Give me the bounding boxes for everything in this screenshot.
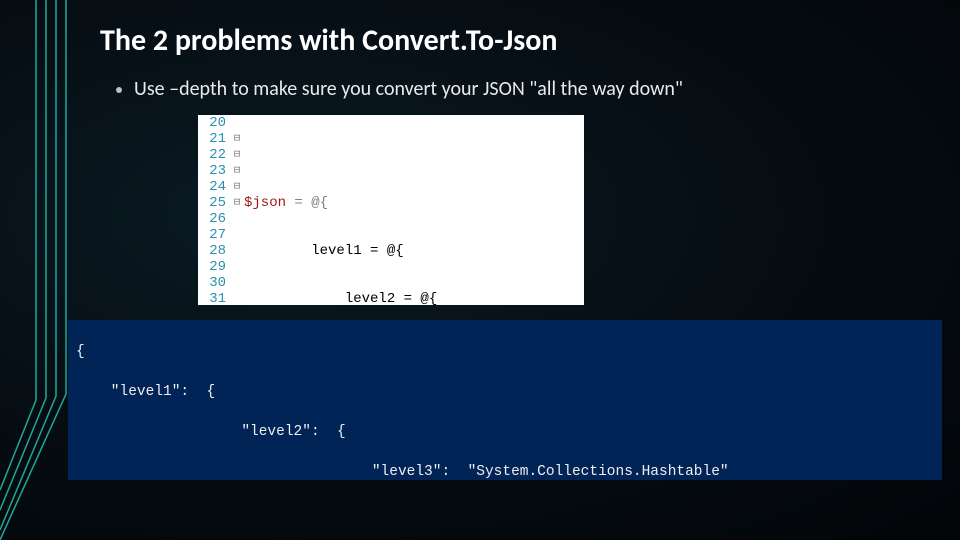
console-line: "level3": "System.Collections.Hashtable" <box>76 462 934 480</box>
bullet-item: Use –depth to make sure you convert your… <box>116 77 940 101</box>
powershell-console-output: { "level1": { "level2": { "level3": "Sys… <box>68 320 942 480</box>
bullet-dot-icon <box>116 87 122 93</box>
console-line: { <box>76 342 934 362</box>
bullet-text: Use –depth to make sure you convert your… <box>134 77 683 101</box>
console-line: "level1": { <box>76 382 934 402</box>
code-editor-screenshot: 20 21 22 23 24 25 26 27 28 29 30 31 32 ⊟… <box>198 115 584 305</box>
line-number-gutter: 20 21 22 23 24 25 26 27 28 29 30 31 32 <box>198 115 230 305</box>
slide-title: The 2 problems with Convert.To-Json <box>100 22 940 59</box>
console-line: "level2": { <box>76 422 934 442</box>
fold-gutter: ⊟ ⊟ ⊟ ⊟ ⊟ <box>230 115 244 305</box>
code-body: $json = @{ level1 = @{ level2 = @{ level… <box>244 115 584 305</box>
